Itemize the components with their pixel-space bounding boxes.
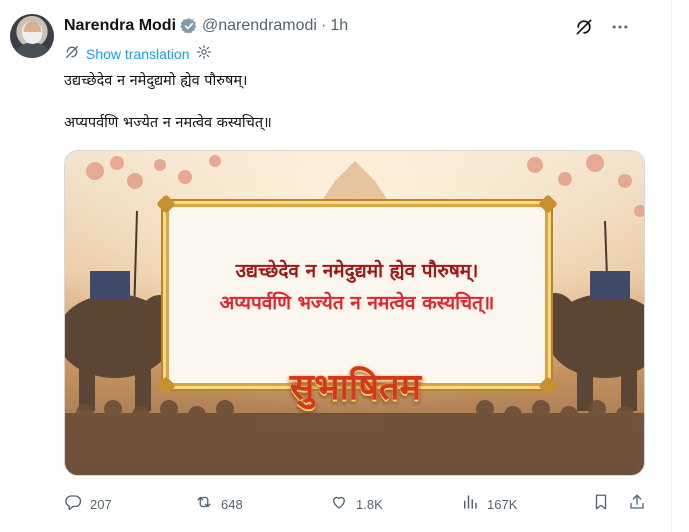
share-icon — [628, 493, 646, 515]
reply-count: 207 — [90, 496, 112, 512]
tweet-header: Narendra Modi @narendramodi · 1h — [64, 14, 348, 38]
share-button[interactable] — [628, 493, 646, 515]
verified-badge-icon — [180, 17, 198, 35]
reply-icon — [64, 493, 82, 515]
translation-row: Show translation — [64, 44, 212, 64]
heart-icon — [330, 493, 348, 515]
gear-icon[interactable] — [196, 44, 212, 64]
card-text-line-1: उद्यच्छेदेव न नमेदुद्यमो ह्येव पौरुषम्। — [235, 260, 479, 282]
translate-icon — [64, 44, 80, 64]
tweet[interactable]: Narendra Modi @narendramodi · 1h Show tr… — [0, 0, 672, 532]
author-name[interactable]: Narendra Modi — [64, 17, 176, 35]
author-handle[interactable]: @narendramodi — [202, 17, 317, 35]
action-bar: 207 648 1.8K 167K — [64, 490, 654, 518]
separator-dot: · — [320, 17, 327, 34]
bookmark-button[interactable] — [592, 493, 610, 515]
avatar[interactable] — [10, 14, 54, 58]
more-icon[interactable] — [609, 16, 631, 38]
show-translation-link[interactable]: Show translation — [86, 46, 190, 62]
avatar-body — [15, 43, 50, 58]
views-button[interactable]: 167K — [461, 493, 517, 515]
bookmark-icon — [592, 493, 610, 515]
like-count: 1.8K — [356, 496, 383, 512]
quote-card: उद्यच्छेदेव न नमेदुद्यमो ह्येव पौरुषम्। … — [156, 194, 558, 396]
repost-count: 648 — [221, 496, 243, 512]
tweet-text-line-2: अप्यपर्वणि भज्येत न नमत्वेव कस्यचित्॥ — [64, 115, 272, 131]
tweet-image[interactable]: उद्यच्छेदेव न नमेदुद्यमो ह्येव पौरुषम्। … — [64, 150, 645, 476]
repost-icon — [195, 493, 213, 515]
views-chart-icon — [461, 493, 479, 515]
reply-button[interactable]: 207 — [64, 493, 112, 515]
grok-icon[interactable] — [573, 16, 595, 38]
repost-button[interactable]: 648 — [195, 493, 243, 515]
like-button[interactable]: 1.8K — [330, 493, 383, 515]
image-title: सुभाषितम — [289, 366, 422, 408]
views-count: 167K — [487, 496, 518, 512]
top-actions — [559, 16, 631, 38]
card-text-line-2: अप्यपर्वणि भज्येत न नमत्वेव कस्यचित्॥ — [219, 292, 495, 314]
tweet-text-line-1: उद्यच्छेदेव न नमेदुद्यमो ह्येव पौरुषम्। — [64, 73, 248, 89]
tweet-timestamp[interactable]: 1h — [330, 17, 348, 35]
